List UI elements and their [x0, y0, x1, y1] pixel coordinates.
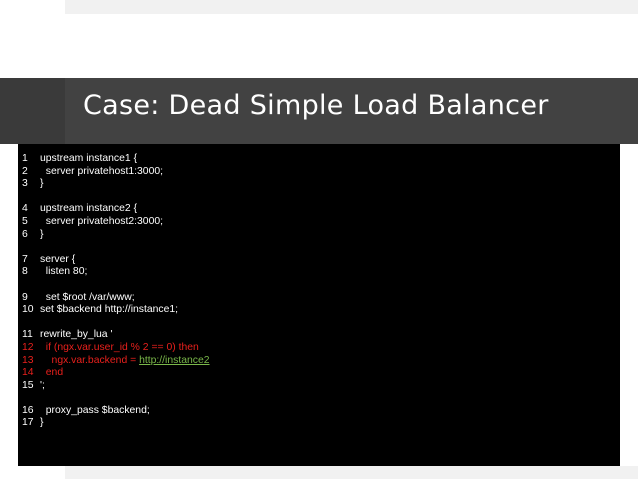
code-text: rewrite_by_lua '	[40, 329, 113, 341]
code-line-12: 12 if (ngx.var.user_id % 2 == 0) then	[22, 342, 210, 355]
code-line-8: 8 listen 80;	[22, 266, 210, 279]
code-line-7: 7 server {	[22, 254, 210, 267]
line-number: 6	[22, 228, 28, 240]
code-link[interactable]: http://instance2	[139, 355, 209, 366]
code-line-1: 1 upstream instance1 {	[22, 153, 210, 166]
code-text: upstream instance1 {	[40, 153, 138, 164]
code-line-13: 13 ngx.var.backend = http://instance2	[22, 355, 210, 368]
code-listing: 1 upstream instance1 { 2 server privateho…	[22, 153, 210, 430]
bottom-decorative-strip	[65, 466, 638, 479]
code-text: ngx.var.backend =	[40, 354, 140, 366]
line-number: 2	[22, 165, 28, 177]
line-number: 13	[22, 354, 34, 366]
code-text: server privatehost1:3000;	[40, 165, 164, 177]
slide: Case: Dead Simple Load Balancer 1 upstrea…	[0, 0, 638, 479]
code-line-6: 6}	[22, 229, 210, 242]
line-number: 9	[22, 291, 28, 303]
code-text: }	[40, 228, 44, 240]
code-text: server {	[40, 253, 76, 265]
code-text: listen 80;	[40, 266, 88, 278]
code-line-10: 10 set $backend http://instance1;	[22, 304, 210, 317]
line-number: 12	[22, 341, 34, 353]
code-line-16: 16 proxy_pass $backend;	[22, 405, 210, 418]
top-decorative-strip	[65, 0, 638, 14]
code-text: set $root /var/www;	[40, 291, 135, 303]
line-number: 1	[22, 153, 28, 164]
line-number: 5	[22, 215, 28, 227]
code-line-11: 11 rewrite_by_lua '	[22, 329, 210, 342]
code-line-3: 3}	[22, 178, 210, 191]
line-number: 14	[22, 367, 34, 379]
code-text: set $backend http://instance1;	[40, 304, 179, 316]
code-text: }	[40, 417, 44, 429]
line-number: 7	[22, 253, 28, 265]
code-line-2: 2 server privatehost1:3000;	[22, 166, 210, 179]
code-line-14: 14 end	[22, 367, 210, 380]
line-number: 8	[22, 266, 28, 278]
code-line-17: 17}	[22, 417, 210, 430]
code-text: server privatehost2:3000;	[40, 215, 164, 227]
slide-title: Case: Dead Simple Load Balancer	[83, 90, 549, 121]
line-number: 4	[22, 203, 28, 215]
line-number: 16	[22, 404, 34, 416]
code-line-4: 4 upstream instance2 {	[22, 203, 210, 216]
code-text: ';	[40, 379, 45, 391]
code-text: upstream instance2 {	[40, 203, 138, 215]
code-text: if (ngx.var.user_id % 2 == 0) then	[40, 341, 199, 353]
code-line-15: 15 ';	[22, 380, 210, 393]
code-text: end	[40, 367, 64, 379]
line-number: 3	[22, 178, 28, 190]
code-line-5: 5 server privatehost2:3000;	[22, 216, 210, 229]
line-number: 15	[22, 379, 34, 391]
code-text: }	[40, 178, 44, 190]
line-number: 11	[22, 329, 33, 341]
code-line-9: 9 set $root /var/www;	[22, 292, 210, 305]
line-number: 10	[22, 304, 34, 316]
code-text: proxy_pass $backend;	[40, 404, 150, 416]
line-number: 17	[22, 417, 34, 429]
